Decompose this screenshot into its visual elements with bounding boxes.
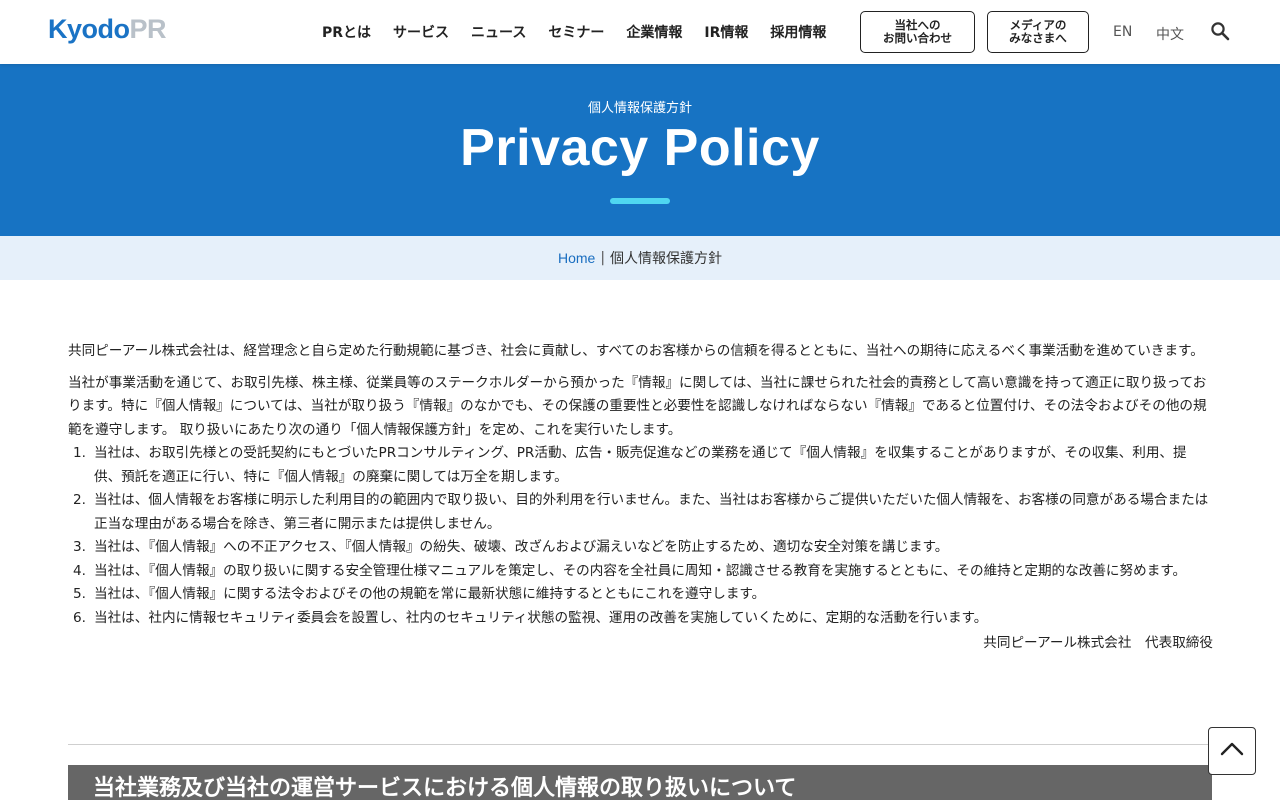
section-divider: [68, 744, 1212, 745]
hero-accent-bar: [610, 198, 670, 204]
media-button-label: メディアの みなさまへ: [1009, 18, 1067, 45]
list-item-text: 当社は、お取引先様との受託契約にもとづいたPRコンサルティング、PR活動、広告・…: [94, 445, 1187, 485]
lang-en-link[interactable]: EN: [1113, 24, 1132, 40]
back-to-top-button[interactable]: [1208, 727, 1256, 775]
list-item-number: 4.: [73, 562, 86, 579]
list-item-text: 当社は、『個人情報』の取り扱いに関する安全管理仕様マニュアルを策定し、その内容を…: [94, 562, 1187, 579]
hero-banner: 個人情報保護方針 Privacy Policy: [0, 64, 1280, 236]
chevron-up-icon: [1220, 741, 1244, 761]
list-item-number: 3.: [73, 539, 86, 555]
site-header: Kyodo PR PRとは サービス ニュース セミナー 企業情報 IR情報 採用…: [0, 0, 1280, 64]
list-item-text: 当社は、『個人情報』に関する法令およびその他の規範を常に最新状態に維持するととも…: [94, 586, 766, 602]
lang-zh-link[interactable]: 中文: [1156, 24, 1184, 44]
list-item-number: 6.: [73, 609, 86, 626]
hero-subtitle: 個人情報保護方針: [587, 101, 692, 116]
breadcrumb-separator: |: [600, 250, 606, 266]
page-title: Privacy Policy: [460, 119, 820, 177]
breadcrumb-home-link[interactable]: Home: [558, 250, 595, 266]
policy-content: 共同ピーアール株式会社は、経営理念と自ら定めた行動規範に基づき、社会に貢献し、す…: [68, 340, 1213, 656]
contact-button-label: 当社への お問い合わせ: [883, 18, 952, 45]
nav-company[interactable]: 企業情報: [626, 22, 682, 42]
list-item-text: 当社は、個人情報をお客様に明示した利用目的の範囲内で取り扱い、目的外利用を行いま…: [94, 492, 1209, 532]
list-item: 3. 当社は、『個人情報』への不正アクセス、『個人情報』の紛失、破壊、改ざんおよび…: [68, 536, 1213, 560]
list-item-number: 5.: [73, 586, 86, 602]
list-item-text: 当社は、社内に情報セキュリティ委員会を設置し、社内のセキュリティ状態の監視、運用…: [94, 609, 988, 626]
list-item: 4. 当社は、『個人情報』の取り扱いに関する安全管理仕様マニュアルを策定し、その内…: [68, 560, 1213, 584]
nav-services[interactable]: サービス: [393, 22, 449, 42]
logo-pr: PR: [129, 14, 167, 44]
list-item: 1. 当社は、お取引先様との受託契約にもとづいたPRコンサルティング、PR活動、広…: [68, 442, 1213, 489]
nav-seminar[interactable]: セミナー: [548, 22, 604, 42]
policy-list: 1. 当社は、お取引先様との受託契約にもとづいたPRコンサルティング、PR活動、広…: [68, 442, 1213, 630]
list-item: 5. 当社は、『個人情報』に関する法令およびその他の規範を常に最新状態に維持すると…: [68, 583, 1213, 607]
lead-paragraph: 当社が事業活動を通じて、お取引先様、株主様、従業員等のステークホルダーから預かっ…: [68, 374, 1207, 438]
media-button[interactable]: メディアの みなさまへ: [987, 11, 1089, 53]
list-item: 6. 当社は、社内に情報セキュリティ委員会を設置し、社内のセキュリティ状態の監視、…: [68, 607, 1213, 631]
list-item-number: 2.: [73, 492, 86, 508]
nav-pr-about[interactable]: PRとは: [322, 22, 371, 42]
main-nav: PRとは サービス ニュース セミナー 企業情報 IR情報 採用情報: [311, 0, 837, 64]
breadcrumb: Home | 個人情報保護方針: [0, 236, 1280, 280]
nav-ir[interactable]: IR情報: [704, 22, 748, 42]
nav-news[interactable]: ニュース: [471, 22, 526, 42]
list-item-text: 当社は、『個人情報』への不正アクセス、『個人情報』の紛失、破壊、改ざんおよび漏え…: [94, 539, 949, 555]
nav-recruit[interactable]: 採用情報: [770, 22, 826, 42]
signature: 共同ピーアール株式会社 代表取締役: [983, 635, 1213, 651]
contact-button[interactable]: 当社への お問い合わせ: [860, 11, 975, 53]
section-heading: 当社業務及び当社の運営サービスにおける個人情報の取り扱いについて: [68, 765, 1212, 800]
intro-paragraph: 共同ピーアール株式会社は、経営理念と自ら定めた行動規範に基づき、社会に貢献し、す…: [68, 343, 1204, 359]
list-item-number: 1.: [73, 445, 86, 461]
logo-kyodo: Kyodo: [48, 14, 130, 44]
search-icon[interactable]: [1210, 21, 1230, 41]
breadcrumb-current: 個人情報保護方針: [610, 251, 723, 267]
logo[interactable]: Kyodo PR: [48, 14, 167, 45]
list-item: 2. 当社は、個人情報をお客様に明示した利用目的の範囲内で取り扱い、目的外利用を行…: [68, 489, 1213, 536]
